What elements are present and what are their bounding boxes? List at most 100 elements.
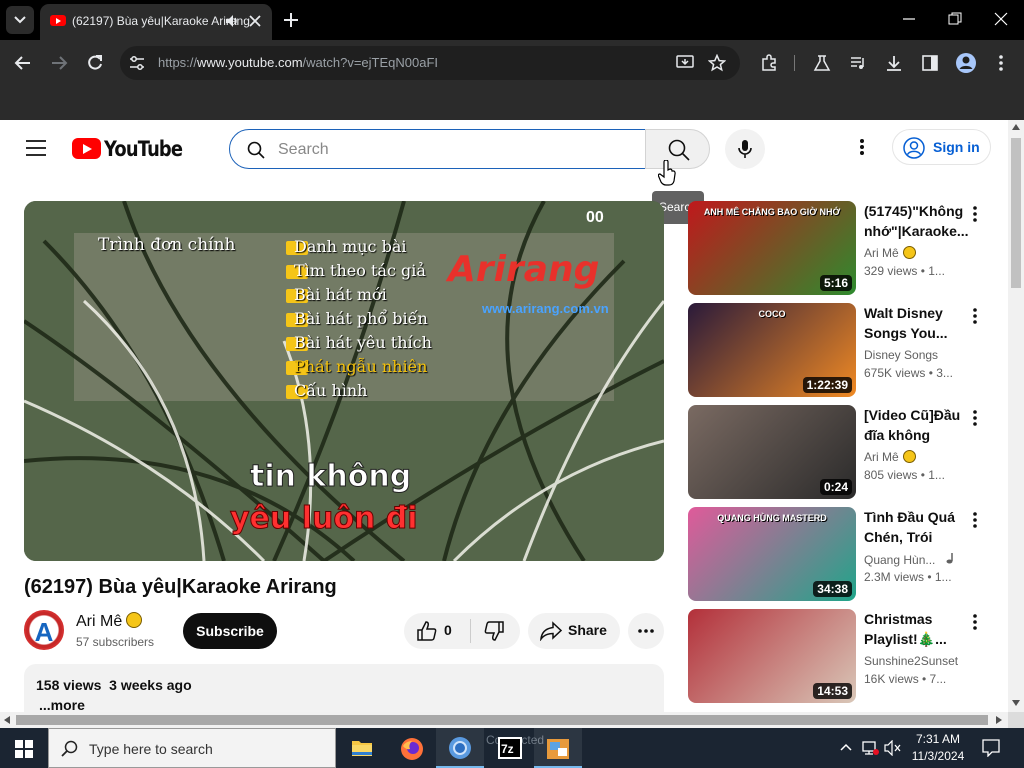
share-button[interactable]: Share	[528, 613, 620, 649]
video-thumbnail[interactable]: ANH MÊ CHẲNG BAO GIỜ NHỚ 5:16	[688, 201, 856, 295]
horizontal-scroll-thumb[interactable]	[16, 715, 988, 725]
more-vertical-icon[interactable]	[970, 307, 980, 325]
scroll-right-arrow-icon[interactable]	[996, 716, 1002, 724]
recommended-channel-name[interactable]: Ari Mê	[864, 450, 968, 464]
description-stats: 158 views 3 weeks ago	[36, 677, 192, 693]
recommended-channel-name[interactable]: Disney Songs	[864, 348, 968, 362]
recommended-video[interactable]: COCO 1:22:39 Walt Disney Songs You... Disne…	[688, 303, 998, 399]
recommended-video-title[interactable]: Christmas Playlist!🎄...	[864, 609, 968, 649]
notification-center-icon[interactable]	[982, 739, 1000, 757]
youtube-masthead: YouTube Sign in	[0, 120, 1008, 180]
flask-labs-icon[interactable]	[813, 54, 831, 72]
dislike-button[interactable]	[471, 613, 520, 649]
taskbar-7zip[interactable]: 7z	[486, 728, 534, 768]
recommended-video[interactable]: QUANG HÙNG MASTERD 34:38 Tình Đầu Quá Chén…	[688, 507, 998, 603]
settings-more-icon[interactable]	[857, 138, 867, 156]
recommended-channel-name[interactable]: Ari Mê	[864, 246, 968, 260]
search-icon	[668, 139, 690, 161]
more-vertical-icon[interactable]	[970, 205, 980, 223]
recommended-channel-name[interactable]: Quang Hùn...	[864, 552, 968, 567]
recommended-video[interactable]: 0:24 [Video Cũ]Đầu đĩa không thíc... Ari M…	[688, 405, 998, 501]
share-arrow-icon	[540, 621, 562, 641]
video-player[interactable]: 00 Trình đơn chính Danh mục bài Tìm theo…	[24, 201, 664, 561]
close-tab-icon[interactable]	[248, 14, 262, 28]
video-thumbnail[interactable]: 0:24	[688, 405, 856, 499]
upload-age: 3 weeks ago	[109, 677, 192, 693]
volume-muted-icon[interactable]	[884, 740, 902, 756]
recommended-video[interactable]: 14:53 Christmas Playlist!🎄... Sunshine2Sun…	[688, 609, 998, 705]
taskbar-firefox[interactable]	[388, 728, 436, 768]
video-duration: 1:22:39	[802, 377, 852, 393]
browser-menu-icon[interactable]	[996, 54, 1006, 72]
install-app-icon[interactable]	[676, 55, 694, 71]
like-button[interactable]: 0	[404, 613, 470, 649]
scroll-down-arrow-icon[interactable]	[1012, 700, 1020, 706]
recommended-video-meta: 16K views • 7...	[864, 672, 947, 686]
minimize-icon[interactable]	[902, 12, 916, 26]
sign-in-button[interactable]: Sign in	[892, 129, 991, 165]
recommended-video-title[interactable]: [Video Cũ]Đầu đĩa không thíc...	[864, 405, 968, 445]
video-thumbnail[interactable]: QUANG HÙNG MASTERD 34:38	[688, 507, 856, 601]
show-more-link[interactable]: ...more	[39, 697, 85, 713]
vertical-scroll-thumb[interactable]	[1011, 138, 1021, 288]
recommended-video-title[interactable]: (51745)"Không nhớ"|Karaoke...	[864, 201, 968, 241]
url-path: /watch?v=ejTEqN00aFI	[302, 55, 439, 70]
recommended-video[interactable]: ANH MÊ CHẲNG BAO GIỜ NHỚ 5:16 (51745)"Khôn…	[688, 201, 998, 297]
extensions-puzzle-icon[interactable]	[760, 54, 778, 72]
reload-icon[interactable]	[86, 54, 104, 72]
more-vertical-icon[interactable]	[970, 409, 980, 427]
horizontal-scrollbar[interactable]	[0, 712, 1008, 728]
channel-avatar[interactable]: A	[24, 610, 64, 650]
sign-in-label: Sign in	[933, 139, 980, 155]
taskbar-clock[interactable]: 7:31 AM 11/3/2024	[906, 731, 970, 765]
show-hidden-icons-chevron-icon[interactable]	[840, 743, 852, 751]
scroll-up-arrow-icon[interactable]	[1012, 124, 1020, 130]
video-thumbnail[interactable]: COCO 1:22:39	[688, 303, 856, 397]
tab-search-button[interactable]	[6, 6, 34, 34]
channel-name-link[interactable]: Ari Mê	[76, 612, 143, 631]
taskbar-search-box[interactable]: Type here to search	[48, 728, 336, 768]
like-count: 0	[444, 622, 452, 638]
voice-search-button[interactable]	[725, 129, 765, 169]
video-thumbnail[interactable]: 14:53	[688, 609, 856, 703]
recommended-channel-name[interactable]: Sunshine2Sunset	[864, 654, 968, 668]
download-icon[interactable]	[885, 54, 903, 72]
site-settings-icon[interactable]	[129, 56, 145, 70]
taskbar-installer-app[interactable]	[534, 728, 582, 768]
restore-icon[interactable]	[948, 12, 962, 26]
forward-arrow-icon[interactable]	[50, 54, 68, 72]
side-panel-icon[interactable]	[921, 54, 939, 72]
more-vertical-icon[interactable]	[970, 613, 980, 631]
url-text[interactable]: https://www.youtube.com/watch?v=ejTEqN00…	[158, 55, 438, 70]
taskbar-file-explorer[interactable]	[338, 728, 386, 768]
network-icon[interactable]	[862, 740, 880, 756]
recommended-video-meta: 805 views • 1...	[864, 468, 945, 482]
browser-tab-bar: (62197) Bùa yêu|Karaoke Arirang - YouTub…	[0, 0, 1024, 40]
hamburger-menu-icon[interactable]	[26, 140, 46, 156]
speaker-icon[interactable]	[224, 13, 240, 29]
back-arrow-icon[interactable]	[14, 54, 32, 72]
recommended-video-meta: 2.3M views • 1...	[864, 570, 952, 584]
close-window-icon[interactable]	[994, 12, 1008, 26]
search-input[interactable]	[278, 139, 628, 161]
taskbar-search-placeholder: Type here to search	[89, 741, 213, 757]
scroll-left-arrow-icon[interactable]	[4, 716, 10, 724]
more-actions-button[interactable]	[628, 613, 664, 649]
recommended-video-title[interactable]: Tình Đầu Quá Chén, Trói Em...	[864, 507, 968, 547]
media-control-icon[interactable]	[849, 54, 867, 72]
browser-tab-active[interactable]: (62197) Bùa yêu|Karaoke Arirang - YouTub…	[40, 4, 272, 40]
taskbar-chrome[interactable]	[436, 728, 484, 768]
browser-toolbar: https://www.youtube.com/watch?v=ejTEqN00…	[0, 40, 1024, 86]
bookmark-star-icon[interactable]	[708, 54, 726, 72]
subscribe-button[interactable]: Subscribe	[183, 613, 277, 649]
profile-avatar-icon[interactable]	[955, 52, 977, 74]
new-tab-icon[interactable]	[282, 11, 300, 29]
recommended-video-title[interactable]: Walt Disney Songs You...	[864, 303, 968, 343]
share-label: Share	[568, 622, 607, 638]
vertical-scrollbar[interactable]	[1008, 120, 1024, 712]
search-button[interactable]	[645, 129, 710, 169]
address-bar[interactable]: https://www.youtube.com/watch?v=ejTEqN00…	[120, 46, 740, 80]
video-title: (62197) Bùa yêu|Karaoke Arirang	[24, 576, 337, 598]
start-button[interactable]	[0, 728, 48, 768]
more-vertical-icon[interactable]	[970, 511, 980, 529]
